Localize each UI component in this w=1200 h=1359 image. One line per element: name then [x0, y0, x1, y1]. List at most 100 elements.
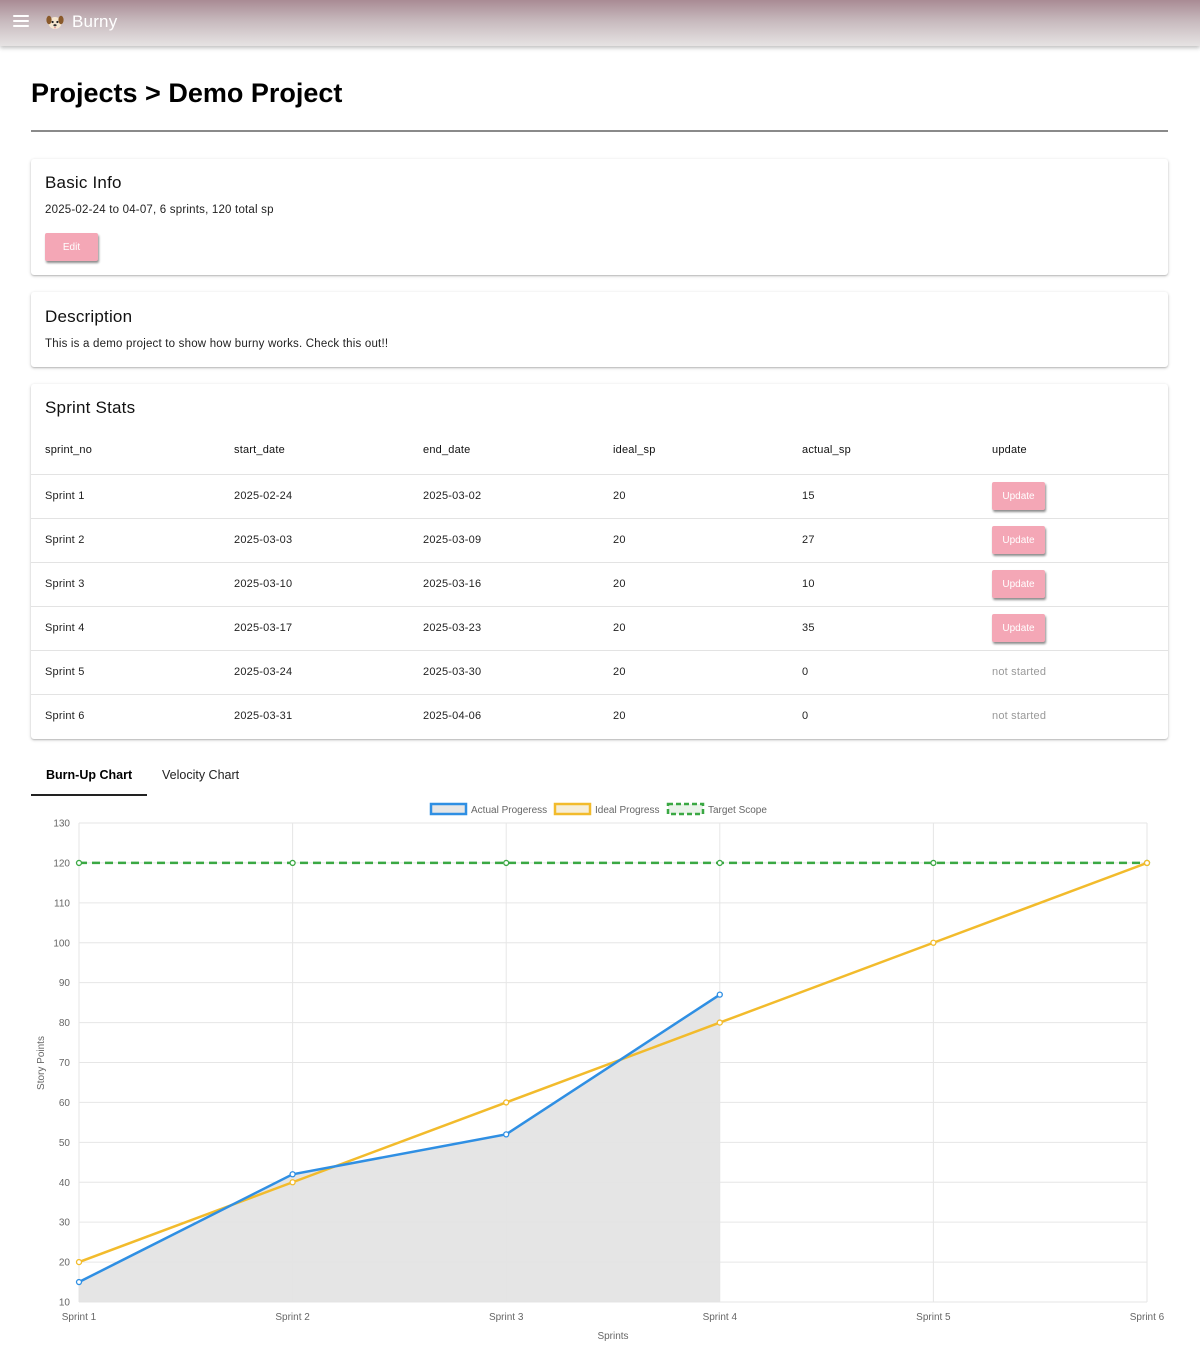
y-tick-label: 100	[53, 938, 70, 949]
update-button-sprint-4[interactable]: Update	[992, 614, 1045, 642]
update-button-sprint-3[interactable]: Update	[992, 570, 1045, 598]
sprint-stats-heading: Sprint Stats	[45, 398, 136, 417]
title-divider	[31, 130, 1168, 132]
y-tick-label: 130	[53, 819, 70, 830]
x-tick-label: Sprint 1	[62, 1312, 97, 1323]
cell-start-date: 2025-03-03	[234, 534, 293, 546]
legend-label: Target Scope	[708, 805, 767, 816]
cell-actual-sp: 0	[802, 710, 809, 722]
data-point	[75, 1278, 83, 1286]
description-card: Description This is a demo project to sh…	[31, 292, 1168, 367]
column-header-start-date: start_date	[234, 444, 285, 456]
x-axis-label: Sprints	[597, 1331, 628, 1342]
cell-sprint-no: Sprint 4	[45, 622, 85, 634]
cell-end-date: 2025-04-06	[423, 710, 482, 722]
active-tab-indicator	[31, 794, 147, 796]
data-point	[1143, 859, 1151, 867]
x-tick-label: Sprint 6	[1130, 1312, 1165, 1323]
cell-ideal-sp: 20	[613, 666, 626, 678]
column-header-sprint-no: sprint_no	[45, 444, 93, 456]
data-point	[716, 991, 723, 998]
x-tick-label: Sprint 2	[275, 1312, 310, 1323]
data-point	[503, 1131, 510, 1138]
data-point	[716, 1019, 723, 1026]
column-header-actual-sp: actual_sp	[802, 444, 851, 456]
legend-swatch	[429, 802, 468, 816]
y-tick-label: 30	[59, 1218, 71, 1229]
dog-logo-icon	[46, 15, 64, 29]
y-tick-label: 60	[59, 1098, 71, 1109]
y-tick-label: 40	[59, 1178, 71, 1189]
cell-end-date: 2025-03-16	[423, 578, 482, 590]
data-point	[930, 939, 937, 946]
cell-start-date: 2025-03-17	[234, 622, 293, 634]
cell-actual-sp: 27	[802, 534, 815, 546]
cell-sprint-no: Sprint 1	[45, 490, 85, 502]
column-header-end-date: end_date	[423, 444, 471, 456]
cell-sprint-no: Sprint 5	[45, 666, 85, 678]
y-axis-label: Story Points	[36, 1036, 47, 1090]
sprint-stats-card: Sprint Stats sprint_no start_date end_da…	[31, 384, 1168, 739]
data-point	[289, 859, 296, 867]
legend-label: Actual Progeress	[471, 805, 547, 816]
legend-label: Ideal Progress	[595, 805, 659, 816]
menu-icon[interactable]	[13, 15, 29, 29]
x-tick-label: Sprint 5	[916, 1312, 951, 1323]
row-divider	[31, 474, 1168, 475]
y-tick-label: 120	[53, 858, 70, 869]
status-not-started: not started	[992, 666, 1047, 678]
cell-end-date: 2025-03-23	[423, 622, 482, 634]
row-divider	[31, 518, 1168, 519]
y-tick-label: 90	[59, 978, 71, 989]
cell-start-date: 2025-03-31	[234, 710, 293, 722]
status-not-started: not started	[992, 710, 1047, 722]
basic-info-summary: 2025-02-24 to 04-07, 6 sprints, 120 tota…	[45, 204, 274, 216]
description-heading: Description	[45, 307, 133, 326]
cell-start-date: 2025-02-24	[234, 490, 293, 502]
data-point	[503, 1099, 510, 1106]
data-point	[930, 859, 937, 867]
cell-ideal-sp: 20	[613, 578, 626, 590]
cell-actual-sp: 0	[802, 666, 809, 678]
data-point	[289, 1179, 296, 1186]
cell-ideal-sp: 20	[613, 490, 626, 502]
y-tick-label: 80	[59, 1018, 71, 1029]
basic-info-card: Basic Info 2025-02-24 to 04-07, 6 sprint…	[31, 159, 1168, 275]
basic-info-heading: Basic Info	[45, 173, 122, 192]
column-header-ideal-sp: ideal_sp	[613, 444, 656, 456]
edit-button[interactable]: Edit	[45, 233, 98, 261]
app-bar: Burny	[0, 0, 1200, 46]
cell-actual-sp: 35	[802, 622, 815, 634]
cell-ideal-sp: 20	[613, 534, 626, 546]
tab-velocity-chart[interactable]: Velocity Chart	[162, 768, 239, 782]
y-tick-label: 70	[59, 1058, 71, 1069]
row-divider	[31, 606, 1168, 607]
data-point	[503, 859, 510, 867]
data-point	[716, 859, 723, 867]
update-button-sprint-2[interactable]: Update	[992, 526, 1045, 554]
data-point	[75, 859, 83, 867]
y-tick-label: 10	[59, 1298, 71, 1309]
data-point	[75, 1258, 83, 1266]
cell-sprint-no: Sprint 6	[45, 710, 85, 722]
cell-ideal-sp: 20	[613, 710, 626, 722]
actual-progress-area	[79, 994, 720, 1302]
cell-end-date: 2025-03-02	[423, 490, 482, 502]
x-tick-label: Sprint 4	[703, 1312, 738, 1323]
cell-actual-sp: 15	[802, 490, 815, 502]
y-tick-label: 110	[54, 898, 70, 909]
row-divider	[31, 562, 1168, 563]
data-point	[289, 1171, 296, 1178]
row-divider	[31, 650, 1168, 651]
cell-ideal-sp: 20	[613, 622, 626, 634]
x-tick-label: Sprint 3	[489, 1312, 524, 1323]
burn-up-chart: 10 20 30 40 50 60 70 80 90 100 110 120 130 Sprint 1 Sp…	[36, 802, 1165, 1342]
y-tick-label: 20	[59, 1258, 71, 1269]
update-button-sprint-1[interactable]: Update	[992, 482, 1045, 510]
row-divider	[31, 694, 1168, 695]
description-text: This is a demo project to show how burny…	[45, 338, 389, 350]
cell-sprint-no: Sprint 2	[45, 534, 85, 546]
cell-actual-sp: 10	[802, 578, 815, 590]
tab-burn-up-chart[interactable]: Burn-Up Chart	[46, 768, 132, 782]
cell-start-date: 2025-03-24	[234, 666, 293, 678]
